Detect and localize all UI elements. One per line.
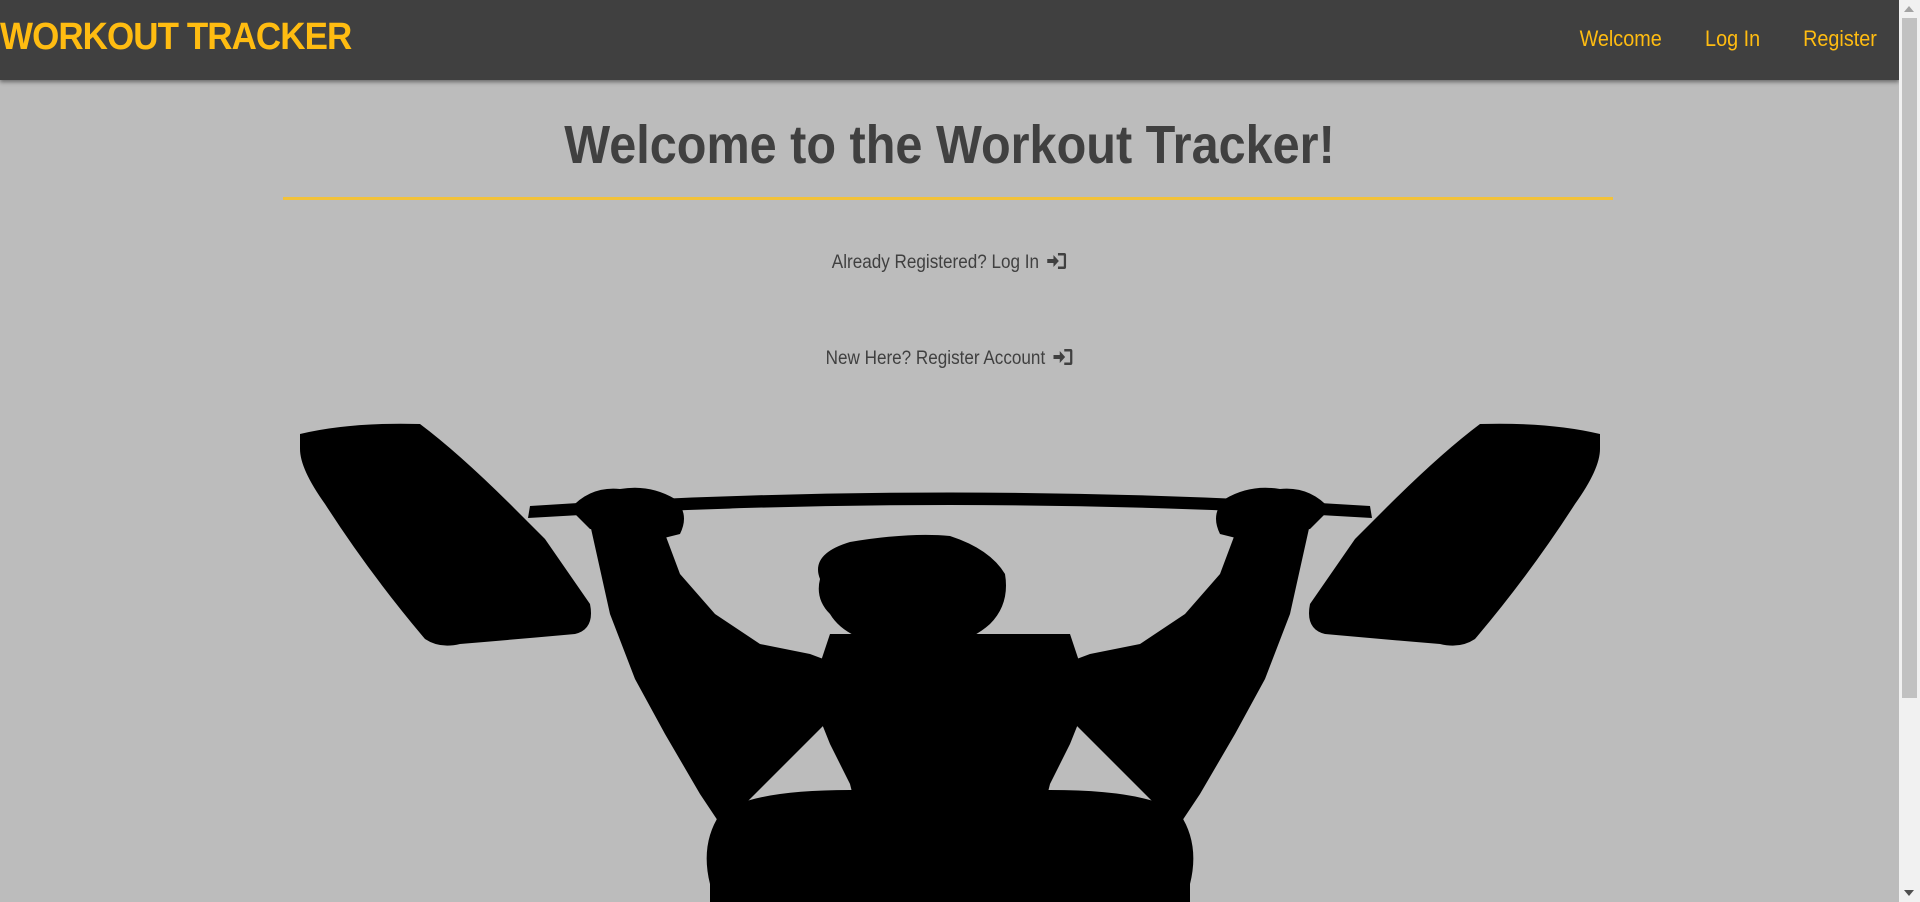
main-content: Welcome to the Workout Tracker! Already … [0,80,1899,902]
register-link-label: New Here? Register Account [825,348,1046,369]
title-divider [283,197,1613,200]
scroll-thumb[interactable] [1902,18,1917,698]
login-link[interactable]: Already Registered? Log In [832,252,1067,273]
scroll-up-arrow[interactable] [1904,6,1914,12]
nav-links: Welcome Log In Register [1575,26,1881,52]
scroll-down-arrow[interactable] [1904,890,1914,896]
nav-link-login[interactable]: Log In [1705,26,1760,52]
navbar: WORKOUT TRACKER Welcome Log In Register [0,0,1899,80]
page-title: Welcome to the Workout Tracker! [564,115,1335,175]
sign-in-icon [1053,349,1073,365]
weightlifter-silhouette [300,423,1600,902]
login-prompt: Already Registered? Log In [95,252,1804,274]
register-link[interactable]: New Here? Register Account [826,348,1074,369]
login-link-label: Already Registered? Log In [831,252,1040,273]
brand-logo[interactable]: WORKOUT TRACKER [0,16,352,59]
sign-in-icon [1047,253,1067,269]
nav-link-welcome[interactable]: Welcome [1579,26,1661,52]
page-scrollbar[interactable] [1899,0,1920,902]
nav-link-register[interactable]: Register [1803,26,1877,52]
register-prompt: New Here? Register Account [95,348,1804,370]
